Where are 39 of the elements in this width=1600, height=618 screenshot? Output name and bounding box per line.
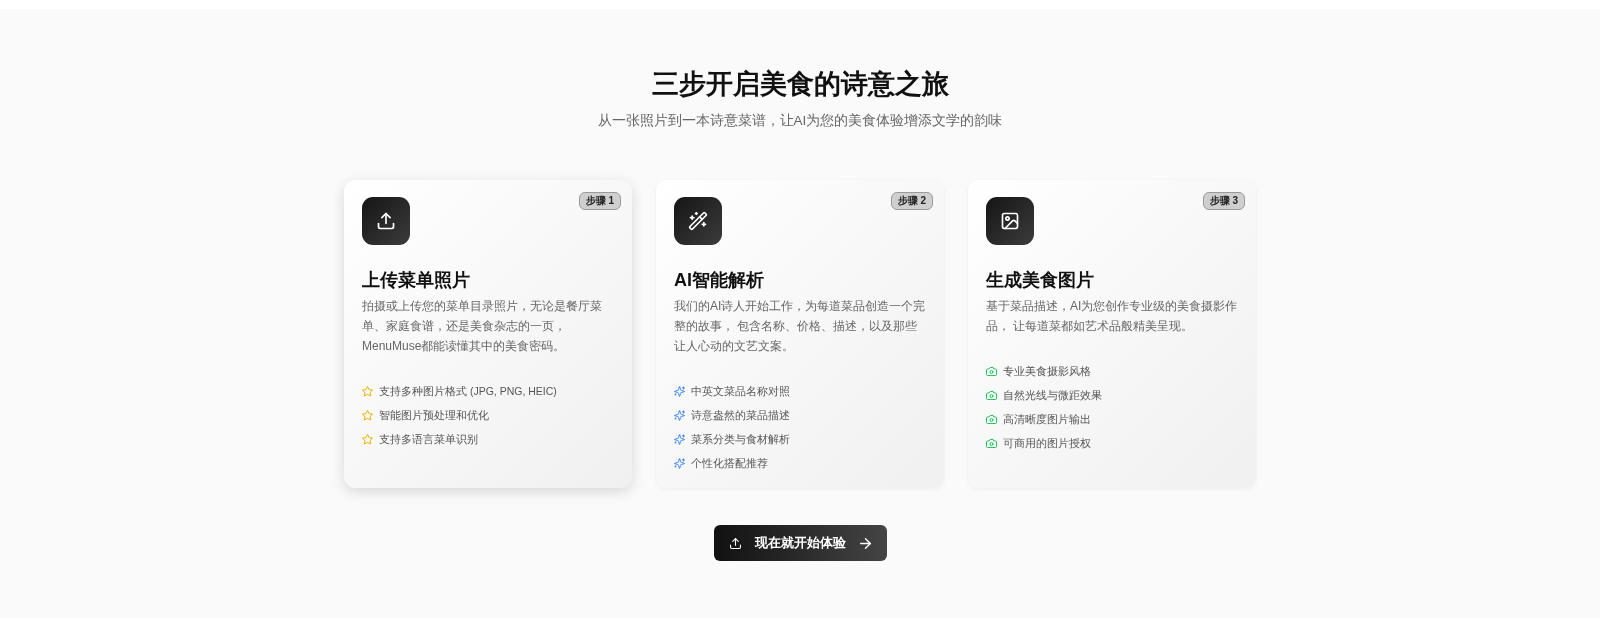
arrow-right-icon [859,537,871,549]
step-title: 上传菜单照片 [362,269,470,292]
step-description: 我们的AI诗人开始工作，为每道菜品创造一个完整的故事， 包含名称、价格、描述，以及那些让人心动的文艺文案。 [674,298,926,355]
star-icon [362,409,373,421]
feature-text: 个性化搭配推荐 [691,456,768,471]
sparkles-icon [674,409,685,421]
step-badge: 步骤 3 [1202,192,1245,210]
feature-text: 支持多种图片格式 (JPG, PNG, HEIC) [379,384,557,399]
camera-icon [986,365,997,377]
feature-text: 菜系分类与食材解析 [691,432,790,447]
step-title: AI智能解析 [674,269,764,292]
step-badge: 步骤 1 [578,192,621,210]
feature-text: 智能图片预处理和优化 [379,408,489,423]
star-icon [362,433,373,445]
camera-icon [986,389,997,401]
upload-icon [729,537,741,549]
camera-icon [986,437,997,449]
section-subtitle: 从一张照片到一本诗意菜谱，让AI为您的美食体验增添文学的韵味 [597,112,1003,130]
sparkles-icon [674,433,685,445]
image-icon [986,197,1034,245]
section-title: 三步开启美食的诗意之旅 [651,68,949,101]
feature-text: 中英文菜品名称对照 [691,384,790,399]
camera-icon [986,413,997,425]
feature-text: 支持多语言菜单识别 [379,432,478,447]
star-icon [362,385,373,397]
step-badge: 步骤 2 [890,192,933,210]
step-description: 拍摄或上传您的菜单目录照片，无论是餐厅菜单、家庭食谱，还是美食杂志的一页，MenuMuse都能读懂其中的美食密码。 [362,298,603,355]
feature-text: 专业美食摄影风格 [1003,364,1091,379]
feature-text: 高清晰度图片输出 [1003,412,1091,427]
step-description: 基于菜品描述，AI为您创作专业级的美食摄影作品， 让每道菜都如艺术品般精美呈现。 [986,298,1238,335]
magic-wand-icon [674,197,722,245]
upload-icon [362,197,410,245]
sparkles-icon [674,385,685,397]
step-title: 生成美食图片 [986,269,1094,292]
start-button[interactable]: 现在就开始体验 [713,525,887,561]
feature-text: 自然光线与微距效果 [1003,388,1102,403]
sparkles-icon [674,457,685,469]
feature-text: 诗意盎然的菜品描述 [691,408,790,423]
feature-text: 可商用的图片授权 [1003,436,1091,451]
